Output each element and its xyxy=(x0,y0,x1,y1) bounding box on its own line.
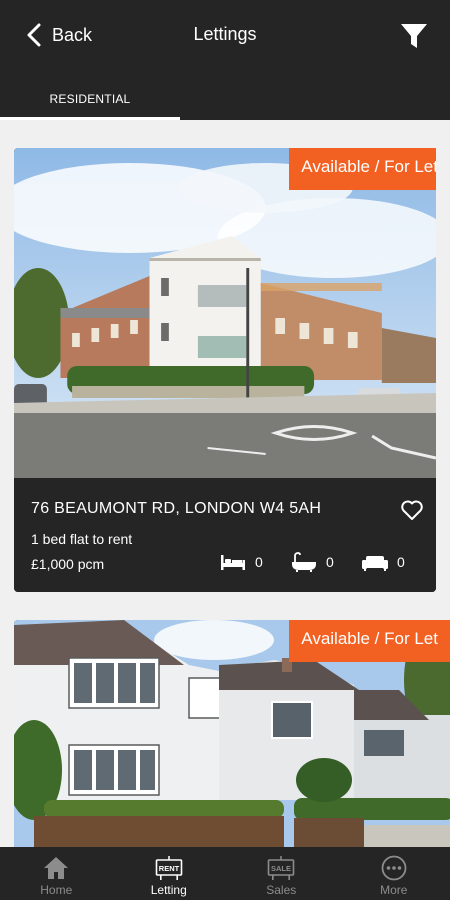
nav-sales-label: Sales xyxy=(266,883,297,897)
bottom-navigation: Home RENT Letting SALE Sales More xyxy=(0,847,450,900)
bathrooms-count: 0 xyxy=(290,552,334,572)
listing-address: 76 BEAUMONT RD, LONDON W4 5AH xyxy=(31,500,322,517)
sofa-icon xyxy=(362,556,388,571)
tab-residential[interactable]: RESIDENTIAL xyxy=(0,80,180,120)
sale-sign-text: SALE xyxy=(271,864,291,873)
nav-letting[interactable]: RENT Letting xyxy=(113,847,226,900)
heart-icon[interactable] xyxy=(400,498,424,522)
nav-more[interactable]: More xyxy=(338,847,450,900)
nav-letting-label: Letting xyxy=(150,883,187,897)
availability-badge: Available / For Let xyxy=(289,148,436,190)
top-app-bar: Back Lettings RESIDENTIAL xyxy=(0,0,450,120)
listing-card[interactable]: Available / For Let xyxy=(14,620,450,850)
availability-badge: Available / For Let xyxy=(289,620,450,662)
nav-home[interactable]: Home xyxy=(0,847,113,900)
rent-sign-text: RENT xyxy=(159,864,180,873)
listing-info: 76 BEAUMONT RD, LONDON W4 5AH 1 bed flat… xyxy=(14,478,436,592)
bed-icon xyxy=(221,555,245,570)
back-label: Back xyxy=(52,24,93,45)
chevron-left-icon xyxy=(27,23,41,47)
listing-description: 1 bed flat to rent xyxy=(31,531,133,547)
sale-sign-icon: SALE xyxy=(267,856,295,880)
rent-sign-icon: RENT xyxy=(155,856,183,880)
more-icon xyxy=(381,855,407,881)
bathrooms-value: 0 xyxy=(326,554,334,570)
receptions-value: 0 xyxy=(397,554,405,570)
listing-price: £1,000 pcm xyxy=(31,556,105,572)
listing-card[interactable]: Available / For Let 76 BEAUMONT RD, LOND… xyxy=(14,148,436,592)
home-icon xyxy=(44,857,69,879)
nav-home-label: Home xyxy=(40,883,73,897)
nav-sales[interactable]: SALE Sales xyxy=(225,847,338,900)
bedrooms-count: 0 xyxy=(219,552,263,572)
nav-more-label: More xyxy=(380,883,408,897)
back-button[interactable]: Back xyxy=(26,22,92,48)
property-photo xyxy=(14,148,436,478)
filter-icon[interactable] xyxy=(400,22,428,50)
bath-icon xyxy=(292,552,316,572)
receptions-count: 0 xyxy=(361,552,405,572)
bedrooms-value: 0 xyxy=(255,554,263,570)
page-title: Lettings xyxy=(193,24,257,44)
